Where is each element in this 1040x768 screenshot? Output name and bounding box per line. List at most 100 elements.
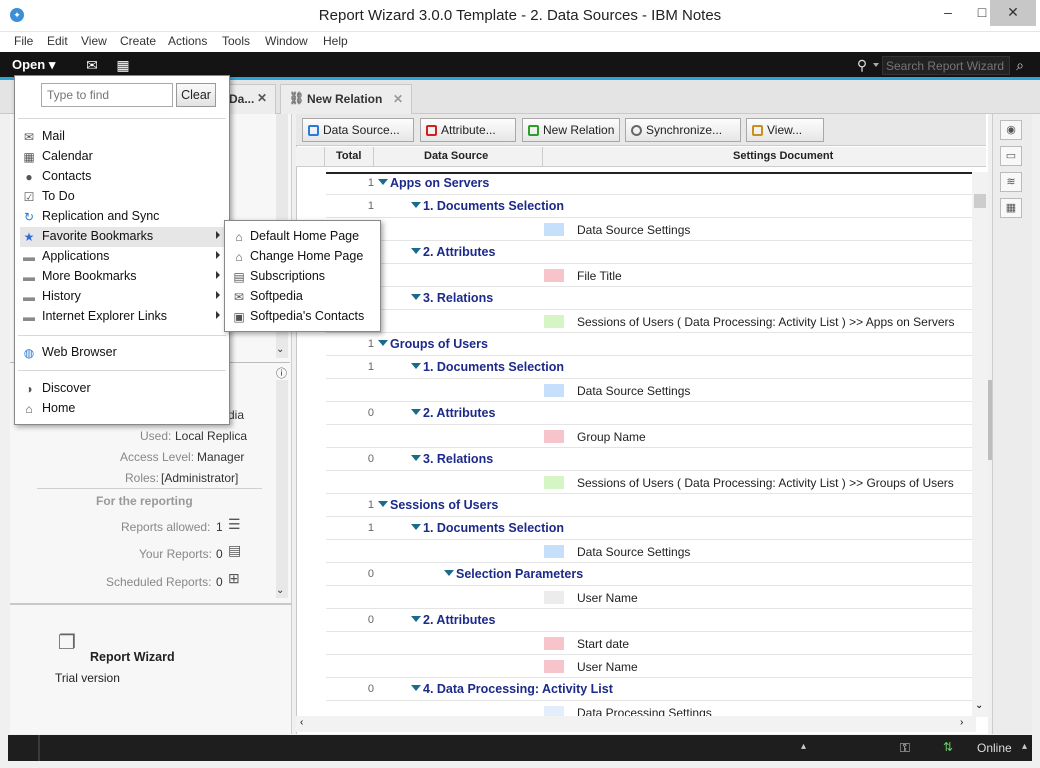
search-scope-icon[interactable]: ⚲: [852, 56, 872, 74]
status-up-icon[interactable]: ▴: [801, 741, 806, 752]
document-row[interactable]: Data Source Settings: [326, 379, 972, 402]
search-icon[interactable]: ⌕: [1010, 56, 1030, 74]
submenu-item[interactable]: ▤ Subscriptions: [230, 267, 378, 287]
activities-icon[interactable]: ▭: [1000, 146, 1022, 166]
menu-help[interactable]: Help: [323, 34, 348, 48]
info-icon[interactable]: ⓘ: [276, 365, 287, 381]
category-row[interactable]: 1 1. Documents Selection: [326, 517, 972, 540]
category-row[interactable]: 2. Attributes: [326, 241, 972, 264]
open-menu-item[interactable]: ↻ Replication and Sync: [20, 207, 226, 227]
category-row[interactable]: 1 1. Documents Selection: [326, 195, 972, 218]
category-row[interactable]: 1 Apps on Servers: [326, 172, 972, 195]
document-row[interactable]: Group Name: [326, 425, 972, 448]
data-source-button[interactable]: Data Source...: [302, 118, 414, 142]
info-panel-scrollbar[interactable]: [276, 380, 288, 598]
menu-tools[interactable]: Tools: [222, 34, 250, 48]
menu-actions[interactable]: Actions: [168, 34, 207, 48]
menu-create[interactable]: Create: [120, 34, 156, 48]
submenu-item[interactable]: ⌂ Change Home Page: [230, 247, 378, 267]
document-row[interactable]: File Title: [326, 264, 972, 287]
search-box[interactable]: [882, 56, 1010, 75]
column-settings-document[interactable]: Settings Document: [733, 150, 833, 162]
expand-twisty-icon[interactable]: [444, 570, 454, 576]
column-data-source[interactable]: Data Source: [424, 150, 488, 162]
expand-twisty-icon[interactable]: [411, 202, 421, 208]
document-row[interactable]: Start date: [326, 632, 972, 655]
scroll-down-icon[interactable]: ⌄: [276, 344, 284, 355]
sametime-icon[interactable]: ◉: [1000, 120, 1022, 140]
category-row[interactable]: 0 3. Relations: [326, 448, 972, 471]
your-reports-icon[interactable]: ▤: [228, 542, 241, 559]
attribute-button[interactable]: Attribute...: [420, 118, 516, 142]
category-row[interactable]: 0 2. Attributes: [326, 609, 972, 632]
document-row[interactable]: User Name: [326, 655, 972, 678]
column-total[interactable]: Total: [336, 150, 361, 162]
online-status[interactable]: Online: [977, 741, 1012, 755]
category-row[interactable]: 3. Relations: [326, 287, 972, 310]
mail-icon[interactable]: ✉: [82, 56, 102, 74]
feeds-icon[interactable]: ≋: [1000, 172, 1022, 192]
status-chevron-icon[interactable]: ▴: [1022, 741, 1027, 752]
expand-twisty-icon[interactable]: [411, 455, 421, 461]
network-icon[interactable]: ⇅: [943, 740, 953, 754]
find-input[interactable]: [41, 83, 173, 107]
tab-close-icon[interactable]: ✕: [257, 91, 267, 105]
expand-twisty-icon[interactable]: [411, 685, 421, 691]
open-menu-web-browser[interactable]: ◍ Web Browser: [20, 343, 226, 363]
open-menu-item[interactable]: ▬ More Bookmarks: [20, 267, 226, 287]
submenu-item[interactable]: ▣ Softpedia's Contacts: [230, 307, 378, 327]
close-button[interactable]: ✕: [990, 0, 1036, 26]
category-row[interactable]: 0 4. Data Processing: Activity List: [326, 678, 972, 701]
submenu-item[interactable]: ⌂ Default Home Page: [230, 227, 378, 247]
scroll-right-icon[interactable]: ›: [960, 717, 963, 728]
open-menu-item[interactable]: ▬ Applications: [20, 247, 226, 267]
expand-twisty-icon[interactable]: [411, 248, 421, 254]
view-button[interactable]: View...: [746, 118, 824, 142]
scroll-down-icon[interactable]: ⌄: [276, 585, 284, 596]
open-menu-item[interactable]: ▬ Internet Explorer Links: [20, 307, 226, 327]
category-row[interactable]: 0 2. Attributes: [326, 402, 972, 425]
tab-data-sources[interactable]: Da... ✕: [226, 84, 276, 114]
search-scope-chevron-icon[interactable]: [873, 63, 879, 67]
new-relation-button[interactable]: New Relation: [522, 118, 620, 142]
open-menu-item[interactable]: ▦ Calendar: [20, 147, 226, 167]
menu-window[interactable]: Window: [265, 34, 308, 48]
submenu-item[interactable]: ✉ Softpedia: [230, 287, 378, 307]
synchronize-button[interactable]: Synchronize...: [625, 118, 741, 142]
expand-twisty-icon[interactable]: [411, 616, 421, 622]
expand-twisty-icon[interactable]: [411, 294, 421, 300]
view-vertical-scrollbar[interactable]: [972, 172, 988, 717]
menu-edit[interactable]: Edit: [47, 34, 68, 48]
scroll-left-icon[interactable]: ‹: [300, 717, 303, 728]
clear-button[interactable]: Clear: [176, 83, 216, 107]
scheduled-reports-icon[interactable]: ⊞: [228, 570, 240, 587]
menu-view[interactable]: View: [81, 34, 107, 48]
tab-close-icon[interactable]: ✕: [393, 92, 403, 106]
open-menu-item[interactable]: ★ Favorite Bookmarks: [20, 227, 226, 247]
expand-twisty-icon[interactable]: [411, 524, 421, 530]
search-input[interactable]: [883, 57, 1009, 74]
category-row[interactable]: 1 Sessions of Users: [326, 494, 972, 517]
open-menu-home[interactable]: ⌂ Home: [20, 399, 226, 419]
key-icon[interactable]: ⚿: [900, 740, 910, 756]
open-menu-item[interactable]: ▬ History: [20, 287, 226, 307]
expand-twisty-icon[interactable]: [378, 179, 388, 185]
tab-new-relation[interactable]: ⛓ New Relation ✕: [280, 84, 412, 114]
category-row[interactable]: 0 Selection Parameters: [326, 563, 972, 586]
open-menu-item[interactable]: ● Contacts: [20, 167, 226, 187]
view-horizontal-scrollbar[interactable]: [296, 716, 976, 732]
expand-twisty-icon[interactable]: [411, 409, 421, 415]
expand-twisty-icon[interactable]: [378, 340, 388, 346]
day-at-a-glance-icon[interactable]: ▦: [1000, 198, 1022, 218]
scroll-thumb[interactable]: [974, 194, 986, 208]
document-row[interactable]: Data Source Settings: [326, 218, 972, 241]
scroll-down-icon[interactable]: ⌄: [975, 700, 983, 711]
open-menu-item[interactable]: ✉ Mail: [20, 127, 226, 147]
expand-twisty-icon[interactable]: [378, 501, 388, 507]
document-row[interactable]: Sessions of Users ( Data Processing: Act…: [326, 471, 972, 494]
report-list-icon[interactable]: ☰: [228, 516, 241, 533]
document-row[interactable]: Data Source Settings: [326, 540, 972, 563]
document-row[interactable]: User Name: [326, 586, 972, 609]
open-menu-item[interactable]: ☑ To Do: [20, 187, 226, 207]
open-button[interactable]: Open ▾: [12, 57, 55, 73]
